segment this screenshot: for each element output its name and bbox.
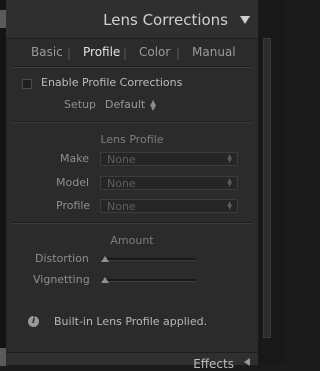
model-select[interactable]: None ▲ ▼	[100, 176, 238, 190]
vignetting-label: Vignetting	[33, 273, 90, 286]
vignetting-slider-track[interactable]	[102, 279, 196, 282]
tab-color[interactable]: Color	[139, 45, 170, 59]
section-divider-highlight	[12, 223, 252, 224]
setup-updown-icon[interactable]: ▲ ▼	[150, 99, 156, 112]
lens-profile-heading: Lens Profile	[100, 133, 164, 146]
setup-label: Setup	[64, 98, 97, 111]
model-value: None	[107, 177, 136, 190]
collapse-triangle-icon[interactable]	[240, 16, 250, 24]
model-label: Model	[56, 176, 90, 189]
info-message: Built-in Lens Profile applied.	[54, 315, 208, 328]
distortion-slider-thumb[interactable]	[101, 256, 109, 262]
enable-profile-checkbox[interactable]	[22, 79, 32, 89]
setup-dropdown[interactable]: Default	[105, 98, 145, 111]
tab-manual[interactable]: Manual	[192, 45, 236, 59]
tab-basic[interactable]: Basic	[31, 45, 63, 59]
profile-select[interactable]: None ▲ ▼	[100, 199, 238, 213]
tab-separator: |	[67, 46, 72, 60]
section-divider-highlight	[12, 122, 252, 123]
profile-label: Profile	[56, 199, 91, 212]
distortion-slider-track[interactable]	[102, 258, 196, 261]
profile-value: None	[107, 200, 136, 213]
tab-separator: |	[123, 46, 128, 60]
info-icon: i	[28, 316, 39, 327]
panel-header[interactable]: Lens Corrections	[6, 0, 258, 39]
select-arrows-icon: ▲ ▼	[227, 200, 232, 211]
amount-heading: Amount	[110, 234, 154, 247]
make-label: Make	[60, 152, 89, 165]
tab-profile[interactable]: Profile	[83, 45, 120, 59]
distortion-label: Distortion	[35, 252, 89, 265]
tab-separator: |	[176, 46, 181, 60]
enable-profile-label[interactable]: Enable Profile Corrections	[41, 76, 182, 89]
tab-bar: Basic | Profile | Color | Manual	[6, 40, 258, 66]
vignetting-slider-thumb[interactable]	[101, 277, 109, 283]
select-arrows-icon: ▲ ▼	[227, 177, 232, 188]
lens-corrections-panel: Lens Corrections Basic | Profile | Color…	[6, 0, 258, 371]
panel-title: Lens Corrections	[103, 11, 228, 29]
make-select[interactable]: None ▲ ▼	[100, 152, 238, 166]
effects-panel-title: Effects	[193, 357, 234, 371]
select-arrows-icon: ▲ ▼	[227, 153, 232, 164]
make-value: None	[107, 153, 136, 166]
expand-triangle-icon[interactable]	[244, 358, 250, 366]
effects-panel-header[interactable]: Effects	[6, 352, 258, 371]
tab-divider-highlight	[12, 67, 252, 68]
scrollbar-thumb[interactable]	[263, 38, 271, 338]
